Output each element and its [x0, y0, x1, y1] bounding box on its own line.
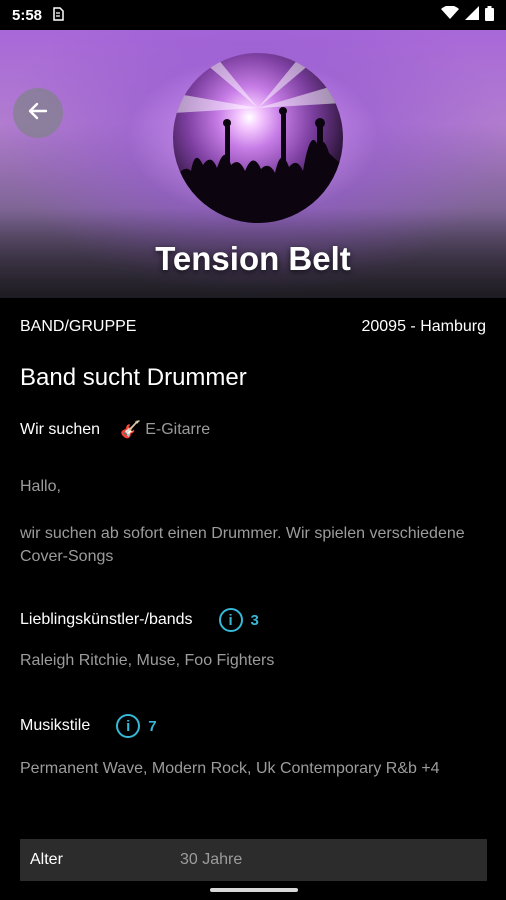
- instrument-label: E-Gitarre: [145, 421, 211, 438]
- wifi-icon: [441, 5, 459, 24]
- home-indicator[interactable]: [210, 888, 298, 892]
- guitar-icon: 🎸: [120, 420, 142, 439]
- battery-icon: [485, 5, 494, 25]
- description-text: wir suchen ab sofort einen Drummer. Wir …: [20, 525, 465, 565]
- status-time: 5:58: [12, 6, 43, 24]
- listing-title: Band sucht Drummer: [20, 364, 247, 391]
- age-row: Alter 30 Jahre: [20, 839, 487, 881]
- description-greeting: Hallo,: [20, 478, 61, 495]
- signal-icon: [465, 6, 479, 24]
- styles-label: Musikstile: [20, 717, 91, 734]
- styles-value: Permanent Wave, Modern Rock, Uk Contempo…: [20, 760, 440, 777]
- search-label: Wir suchen: [20, 421, 101, 438]
- back-button[interactable]: [13, 88, 63, 138]
- listing-type: BAND/GRUPPE: [20, 318, 137, 335]
- arrow-left-icon: [26, 99, 50, 128]
- age-value: 30 Jahre: [180, 851, 243, 868]
- favorites-label: Lieblingskünstler-/bands: [20, 611, 193, 628]
- listing-location: 20095 - Hamburg: [361, 318, 486, 335]
- age-label: Alter: [30, 851, 63, 868]
- styles-heading: Musikstile i 7: [20, 714, 157, 738]
- info-icon[interactable]: i: [116, 714, 141, 738]
- favorites-count: 3: [250, 611, 259, 629]
- favorites-value: Raleigh Ritchie, Muse, Foo Fighters: [20, 652, 275, 669]
- band-name: Tension Belt: [155, 240, 351, 277]
- search-row: Wir suchen 🎸 E-Gitarre: [20, 420, 210, 440]
- styles-count: 7: [148, 717, 157, 735]
- listing-meta-row: BAND/GRUPPE 20095 - Hamburg: [20, 318, 486, 336]
- status-bar: 5:58: [0, 0, 506, 30]
- sim-card-icon: [52, 6, 64, 24]
- info-icon[interactable]: i: [218, 608, 243, 632]
- band-avatar: [173, 53, 343, 223]
- favorites-heading: Lieblingskünstler-/bands i 3: [20, 608, 259, 632]
